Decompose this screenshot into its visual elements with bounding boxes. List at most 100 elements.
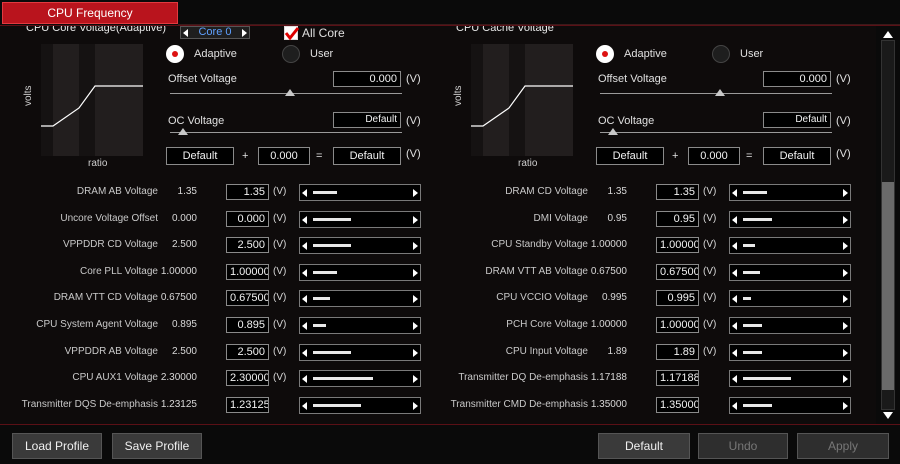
voltage-stepper[interactable] <box>299 370 421 387</box>
slider-thumb[interactable] <box>608 128 618 135</box>
apply-button[interactable]: Apply <box>797 433 889 459</box>
voltage-input[interactable]: 1.35 <box>656 184 699 200</box>
decrease-icon[interactable] <box>302 216 307 224</box>
right-user-radio[interactable] <box>712 45 730 63</box>
all-core-checkbox[interactable] <box>284 26 299 41</box>
increase-icon[interactable] <box>843 216 848 224</box>
slider-thumb[interactable] <box>178 128 188 135</box>
increase-icon[interactable] <box>843 189 848 197</box>
voltage-stepper[interactable] <box>729 184 851 201</box>
core-selector[interactable]: Core 0 <box>180 26 250 39</box>
voltage-stepper[interactable] <box>299 264 421 281</box>
voltage-input[interactable]: 0.995 <box>656 290 699 306</box>
core-prev-icon[interactable] <box>183 29 188 37</box>
voltage-input[interactable]: 0.67500 <box>656 264 699 280</box>
increase-icon[interactable] <box>413 402 418 410</box>
left-adaptive-radio[interactable] <box>166 45 184 63</box>
voltage-stepper[interactable] <box>729 344 851 361</box>
increase-icon[interactable] <box>843 295 848 303</box>
right-oc-input[interactable]: Default <box>763 112 831 128</box>
increase-icon[interactable] <box>413 322 418 330</box>
left-offset-slider[interactable] <box>170 89 402 99</box>
voltage-input[interactable]: 2.500 <box>226 344 269 360</box>
decrease-icon[interactable] <box>302 402 307 410</box>
scroll-thumb[interactable] <box>882 182 894 390</box>
save-profile-button[interactable]: Save Profile <box>112 433 202 459</box>
voltage-stepper[interactable] <box>729 237 851 254</box>
decrease-icon[interactable] <box>302 189 307 197</box>
increase-icon[interactable] <box>843 402 848 410</box>
increase-icon[interactable] <box>843 242 848 250</box>
slider-thumb[interactable] <box>285 89 295 96</box>
decrease-icon[interactable] <box>732 216 737 224</box>
core-next-icon[interactable] <box>242 29 247 37</box>
decrease-icon[interactable] <box>732 402 737 410</box>
decrease-icon[interactable] <box>732 349 737 357</box>
voltage-input[interactable]: 1.35 <box>226 184 269 200</box>
decrease-icon[interactable] <box>302 242 307 250</box>
increase-icon[interactable] <box>413 269 418 277</box>
voltage-stepper[interactable] <box>729 211 851 228</box>
increase-icon[interactable] <box>843 375 848 383</box>
slider-thumb[interactable] <box>715 89 725 96</box>
voltage-stepper[interactable] <box>729 317 851 334</box>
decrease-icon[interactable] <box>302 349 307 357</box>
voltage-input[interactable]: 1.00000 <box>656 237 699 253</box>
decrease-icon[interactable] <box>732 269 737 277</box>
decrease-icon[interactable] <box>302 269 307 277</box>
right-offset-input[interactable]: 0.000 <box>763 71 831 87</box>
voltage-stepper[interactable] <box>729 397 851 414</box>
decrease-icon[interactable] <box>302 295 307 303</box>
right-adaptive-radio[interactable] <box>596 45 614 63</box>
voltage-input[interactable]: 0.000 <box>226 211 269 227</box>
decrease-icon[interactable] <box>302 375 307 383</box>
left-oc-input[interactable]: Default <box>333 112 401 128</box>
increase-icon[interactable] <box>413 189 418 197</box>
undo-button[interactable]: Undo <box>698 433 788 459</box>
decrease-icon[interactable] <box>302 322 307 330</box>
voltage-stepper[interactable] <box>299 184 421 201</box>
voltage-input[interactable]: 1.17188 <box>656 370 699 386</box>
voltage-input[interactable]: 1.35000 <box>656 397 699 413</box>
load-profile-button[interactable]: Load Profile <box>12 433 102 459</box>
voltage-stepper[interactable] <box>299 317 421 334</box>
voltage-input[interactable]: 1.00000 <box>226 264 269 280</box>
decrease-icon[interactable] <box>732 242 737 250</box>
scrollbar[interactable] <box>876 26 900 424</box>
default-button[interactable]: Default <box>598 433 690 459</box>
voltage-input[interactable]: 1.00000 <box>656 317 699 333</box>
decrease-icon[interactable] <box>732 322 737 330</box>
right-oc-slider[interactable] <box>600 128 832 138</box>
increase-icon[interactable] <box>413 349 418 357</box>
decrease-icon[interactable] <box>732 189 737 197</box>
tab-cpu-frequency[interactable]: CPU Frequency <box>2 2 178 24</box>
voltage-input[interactable]: 2.30000 <box>226 370 269 386</box>
scroll-up-icon[interactable] <box>883 31 893 38</box>
voltage-input[interactable]: 2.500 <box>226 237 269 253</box>
voltage-stepper[interactable] <box>299 344 421 361</box>
voltage-input[interactable]: 0.67500 <box>226 290 269 306</box>
left-offset-input[interactable]: 0.000 <box>333 71 401 87</box>
decrease-icon[interactable] <box>732 375 737 383</box>
voltage-input[interactable]: 1.89 <box>656 344 699 360</box>
voltage-stepper[interactable] <box>729 264 851 281</box>
increase-icon[interactable] <box>413 216 418 224</box>
voltage-stepper[interactable] <box>299 397 421 414</box>
voltage-input[interactable]: 0.895 <box>226 317 269 333</box>
increase-icon[interactable] <box>843 322 848 330</box>
voltage-input[interactable]: 1.23125 <box>226 397 269 413</box>
increase-icon[interactable] <box>413 295 418 303</box>
decrease-icon[interactable] <box>732 295 737 303</box>
voltage-stepper[interactable] <box>299 211 421 228</box>
left-user-radio[interactable] <box>282 45 300 63</box>
increase-icon[interactable] <box>843 349 848 357</box>
voltage-stepper[interactable] <box>299 290 421 307</box>
increase-icon[interactable] <box>413 375 418 383</box>
left-oc-slider[interactable] <box>170 128 402 138</box>
voltage-stepper[interactable] <box>729 290 851 307</box>
scroll-down-icon[interactable] <box>883 412 893 419</box>
voltage-stepper[interactable] <box>729 370 851 387</box>
voltage-input[interactable]: 0.95 <box>656 211 699 227</box>
right-offset-slider[interactable] <box>600 89 832 99</box>
voltage-stepper[interactable] <box>299 237 421 254</box>
